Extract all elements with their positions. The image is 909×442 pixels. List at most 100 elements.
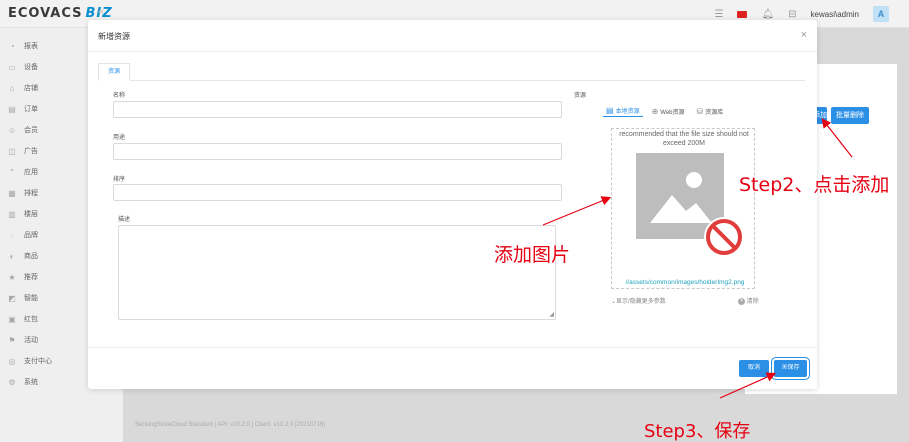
store-icon: ⌂ — [9, 83, 15, 93]
sidebar-item-label: 设备 — [24, 64, 38, 71]
sidebar-item-label: 系统 — [24, 379, 38, 386]
name-input[interactable] — [113, 101, 562, 118]
sidebar-item-label: 订单 — [24, 106, 38, 113]
sidebar-item-label: 智能 — [24, 295, 38, 302]
description-textarea[interactable]: ◢ — [118, 225, 556, 320]
annotation-add-image: 添加图片 — [494, 244, 571, 266]
system-icon: ⚙ — [8, 377, 16, 387]
sidebar-item-label: 应用 — [24, 169, 38, 176]
sidebar-item-schedule[interactable]: ▦ 排程 — [8, 186, 38, 200]
username[interactable]: kewasi\admin — [811, 10, 859, 19]
usage-input[interactable] — [113, 143, 562, 160]
chart-icon: ◔ — [9, 41, 15, 51]
logo[interactable]: ECOVACS BIZ — [8, 6, 113, 21]
sidebar-item-brand[interactable]: ◌ 品牌 — [8, 228, 38, 242]
tab-library-label: 资源库 — [705, 109, 724, 116]
resource-label: 资源 — [574, 93, 587, 99]
sidebar-item-device[interactable]: ▭ 设备 — [8, 60, 38, 74]
cancel-button[interactable]: 取消 — [739, 360, 769, 377]
folder-icon: ▤ — [606, 106, 614, 115]
sidebar-item-floor[interactable]: ▥ 楼层 — [8, 207, 38, 221]
sidebar-item-pay[interactable]: ◎ 支付中心 — [8, 354, 53, 368]
member-icon: ☺ — [8, 125, 17, 135]
ad-icon: ◫ — [8, 146, 16, 156]
pay-icon: ◎ — [8, 356, 16, 366]
star-icon: ★ — [8, 272, 16, 282]
tab-resource[interactable]: 资源 — [98, 63, 130, 81]
goods-icon: ◐ — [9, 251, 15, 261]
upload-hint: recommended that the file size should no… — [619, 131, 749, 147]
sidebar-item-label: 会员 — [24, 127, 38, 134]
save-label: 保存 — [787, 365, 800, 371]
description-label: 描述 — [118, 217, 131, 223]
schedule-icon: ▦ — [8, 188, 16, 198]
sidebar-item-label: 红包 — [24, 316, 38, 323]
sidebar-item-smart[interactable]: ◩ 智能 — [8, 291, 38, 305]
footer-version: SensingStoreCloud Standard | API: v10.2.… — [135, 422, 325, 428]
modal-header: 新增资源 × — [88, 20, 817, 52]
more-params-label: 显示/隐藏更多参数 — [616, 299, 666, 305]
clear-button[interactable]: × 清除 — [738, 296, 759, 305]
annotation-step3: Step3、保存 — [644, 421, 751, 442]
menu-icon[interactable]: ☰ — [714, 9, 723, 20]
tab-resource-library[interactable]: ⛁ 资源库 — [694, 105, 727, 117]
logo-text: ECOVACS — [8, 6, 83, 21]
brand-icon: ◌ — [9, 230, 15, 240]
sidebar-item-member[interactable]: ☺ 会员 — [8, 123, 38, 137]
language-flag-icon[interactable] — [737, 10, 748, 18]
usage-label: 用途 — [113, 135, 126, 141]
batch-delete-button[interactable]: 批量删除 — [831, 107, 869, 124]
sidebar-item-label: 活动 — [24, 337, 38, 344]
sidebar-item-app[interactable]: ⌃ 应用 — [8, 165, 38, 179]
sidebar-item-order[interactable]: ▤ 订单 — [8, 102, 38, 116]
sidebar-item-store[interactable]: ⌂ 店铺 — [8, 81, 38, 95]
add-resource-modal: 新增资源 × 资源 名称 用途 排序 描述 ◢ 资源 ▤ 本地资源 ⊕ Web资源 … — [88, 20, 817, 389]
sidebar-item-redpacket[interactable]: ▣ 红包 — [8, 312, 38, 326]
tab-local-resource[interactable]: ▤ 本地资源 — [603, 105, 643, 117]
name-label: 名称 — [113, 93, 126, 99]
sidebar-item-label: 商品 — [24, 253, 38, 260]
message-icon[interactable]: ⊟ — [788, 9, 796, 20]
sidebar-item-label: 店铺 — [24, 85, 38, 92]
image-path-link[interactable]: //assets/common/images/holderImg2.png — [620, 279, 750, 286]
tab-divider — [98, 80, 805, 81]
collapse-sidebar-icon[interactable]: « — [98, 6, 104, 18]
image-upload-area[interactable]: recommended that the file size should no… — [611, 128, 755, 289]
globe-icon: ⊕ — [651, 106, 659, 116]
sidebar-item-system[interactable]: ⚙ 系统 — [8, 375, 38, 389]
close-icon[interactable]: × — [801, 29, 807, 41]
tab-web-resource[interactable]: ⊕ Web资源 — [649, 105, 688, 117]
order-label: 排序 — [113, 177, 126, 183]
app-icon: ⌃ — [8, 167, 16, 177]
toggle-more-params[interactable]: ⌄显示/隐藏更多参数 — [611, 296, 666, 305]
save-button[interactable]: ▣保存 — [774, 360, 807, 377]
sidebar-item-label: 楼层 — [24, 211, 38, 218]
floor-icon: ▥ — [8, 209, 16, 219]
activity-icon: ⚑ — [8, 335, 16, 345]
bell-icon[interactable]: 🔔︎ — [761, 9, 774, 20]
sidebar-item-recommend[interactable]: ★ 推荐 — [8, 270, 38, 284]
sidebar-item-report[interactable]: ◔ 报表 — [8, 39, 38, 53]
forbidden-icon — [704, 217, 744, 257]
clear-label: 清除 — [746, 299, 759, 305]
resource-tabs: ▤ 本地资源 ⊕ Web资源 ⛁ 资源库 — [603, 105, 726, 117]
sidebar-item-label: 报表 — [24, 43, 38, 50]
device-icon: ▭ — [8, 62, 16, 72]
tab-local-label: 本地资源 — [615, 109, 640, 115]
avatar[interactable]: A — [873, 6, 889, 22]
tab-web-label: Web资源 — [660, 109, 685, 116]
modal-title: 新增资源 — [98, 32, 130, 41]
order-icon: ▤ — [8, 104, 16, 114]
resize-handle-icon[interactable]: ◢ — [549, 311, 554, 318]
annotation-step2: Step2、点击添加 — [739, 174, 890, 196]
sidebar-item-ad[interactable]: ◫ 广告 — [8, 144, 38, 158]
sidebar-item-label: 排程 — [24, 190, 38, 197]
sidebar-item-label: 推荐 — [24, 274, 38, 281]
database-icon: ⛁ — [696, 106, 704, 116]
sidebar-item-goods[interactable]: ◐ 商品 — [8, 249, 38, 263]
sidebar-item-activity[interactable]: ⚑ 活动 — [8, 333, 38, 347]
order-input[interactable] — [113, 184, 562, 201]
redpacket-icon: ▣ — [8, 314, 16, 324]
smart-icon: ◩ — [8, 293, 16, 303]
sidebar-item-label: 广告 — [24, 148, 38, 155]
